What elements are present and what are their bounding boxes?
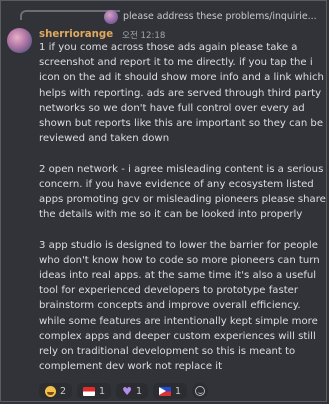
purple-heart-icon: ♥	[122, 384, 132, 398]
reaction-count: 1	[99, 385, 106, 397]
grinning-face-icon	[45, 385, 56, 397]
philippines-flag-icon	[159, 386, 172, 396]
reaction-bar: 2 1 ♥ 1 1	[39, 382, 209, 400]
reaction-grinning[interactable]: 2	[39, 383, 73, 399]
indonesia-flag-icon	[83, 386, 96, 396]
reaction-count: 1	[175, 385, 182, 397]
message-paragraph-3: 3 app studio is designed to lower the ba…	[39, 239, 320, 373]
add-reaction-button[interactable]	[192, 383, 209, 399]
reply-preview-text[interactable]: please address these problems/inquirie..…	[123, 8, 323, 26]
reaction-philippines-flag[interactable]: 1	[153, 383, 188, 399]
message-paragraph-2: 2 open network - i agree misleading cont…	[39, 163, 326, 221]
message-body: 1 if you come across those ads again ple…	[39, 40, 329, 374]
reaction-count: 1	[135, 385, 143, 397]
reply-author-avatar[interactable]	[104, 10, 118, 24]
author-avatar[interactable]	[7, 28, 32, 53]
reaction-count: 2	[60, 385, 67, 397]
message-paragraph-1: 1 if you come across those ads again ple…	[39, 42, 324, 145]
add-reaction-icon	[195, 386, 206, 396]
reaction-indonesia-flag[interactable]: 1	[77, 383, 112, 399]
reaction-purple-heart[interactable]: ♥ 1	[116, 383, 149, 399]
